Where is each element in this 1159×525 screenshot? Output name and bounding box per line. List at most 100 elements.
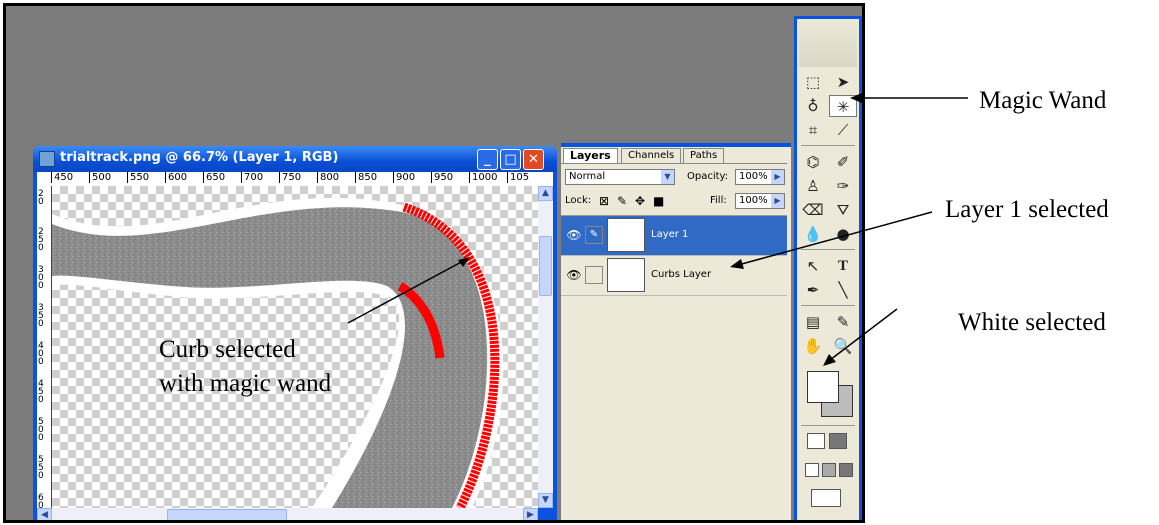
tab-paths[interactable]: Paths	[683, 148, 725, 163]
lock-transparency-icon[interactable]: ⊠	[599, 193, 609, 209]
jump-to-imageready-icon[interactable]	[811, 489, 841, 507]
dodge-icon[interactable]: ●	[829, 223, 857, 245]
screen-mode-standard-icon[interactable]	[805, 463, 819, 477]
tab-layers[interactable]: Layers	[563, 148, 618, 163]
type-icon[interactable]: T	[829, 255, 857, 277]
ruler-tick-label: 850	[355, 172, 377, 183]
ruler-tick-label: 3 5 0	[38, 303, 44, 329]
lock-all-icon[interactable]: ■	[653, 193, 664, 209]
tool-divider	[801, 305, 855, 306]
brush-link-icon: ✎	[585, 226, 603, 244]
lock-pixels-icon[interactable]: ✎	[617, 193, 627, 209]
line-icon[interactable]: ╲	[829, 279, 857, 301]
opacity-value: 100%	[739, 171, 768, 182]
layer-row-layer-1[interactable]: 👁 ✎ Layer 1	[561, 216, 787, 256]
marquee-icon[interactable]: ⬚	[799, 71, 827, 93]
history-brush-icon[interactable]: ✑	[829, 175, 857, 197]
ruler-tick-label: 450	[51, 172, 73, 183]
ruler-tick-label: 600	[165, 172, 187, 183]
ruler-tick-label: 550	[127, 172, 149, 183]
pen-icon[interactable]: ✒	[799, 279, 827, 301]
layer-name: Layer 1	[651, 229, 689, 240]
opacity-field[interactable]: 100% ▶	[735, 169, 785, 185]
chevron-right-icon: ▶	[771, 194, 784, 208]
zoom-icon[interactable]: 🔍	[829, 335, 857, 357]
horizontal-scrollbar[interactable]: ◀ ▶	[37, 508, 538, 520]
lasso-icon[interactable]: ♁	[799, 95, 827, 117]
move-icon[interactable]: ➤	[829, 71, 857, 93]
ruler-tick-label: 1000	[469, 172, 497, 183]
document-title: trialtrack.png @ 66.7% (Layer 1, RGB)	[60, 150, 339, 165]
ruler-tick-label: 950	[431, 172, 453, 183]
tool-divider	[801, 145, 855, 146]
path-select-icon[interactable]: ↖	[799, 255, 827, 277]
photoshop-screenshot: trialtrack.png @ 66.7% (Layer 1, RGB) _ …	[3, 3, 865, 523]
fill-field[interactable]: 100% ▶	[735, 193, 785, 209]
layers-palette: Layers Channels Paths Normal ▼ Opacity: …	[561, 143, 791, 520]
eye-icon[interactable]: 👁	[565, 268, 583, 282]
ruler-tick-label: 4 5 0	[38, 379, 44, 405]
brush-icon[interactable]: ✐	[829, 151, 857, 173]
stamp-icon[interactable]: ♙	[799, 175, 827, 197]
lock-position-icon[interactable]: ✥	[635, 193, 645, 209]
layer-row-curbs[interactable]: 👁 Curbs Layer	[561, 256, 787, 296]
ruler-tick-label: 500	[89, 172, 111, 183]
blend-mode-value: Normal	[569, 171, 606, 182]
annotation-line-1: Curb selected	[159, 336, 296, 363]
bucket-icon[interactable]: ⛛	[829, 199, 857, 221]
tab-channels[interactable]: Channels	[621, 148, 682, 163]
blur-icon[interactable]: 💧	[799, 223, 827, 245]
ruler-tick-label: 800	[317, 172, 339, 183]
layer-list: 👁 ✎ Layer 1 👁 Curbs Layer	[561, 215, 787, 520]
foreground-color-swatch[interactable]	[807, 371, 839, 403]
ruler-tick-label: 650	[203, 172, 225, 183]
lock-row: Lock: ⊠ ✎ ✥ ■ Fill: 100% ▶	[565, 193, 785, 211]
annotation-line-2: with magic wand	[159, 370, 332, 397]
slice-icon[interactable]: ⟋	[829, 119, 857, 141]
standard-mode-icon[interactable]	[807, 433, 825, 449]
screen-mode-full-menu-icon[interactable]	[822, 463, 836, 477]
palette-tabs: Layers Channels Paths	[561, 147, 787, 164]
magic-wand-icon[interactable]: ✳	[829, 95, 857, 117]
vertical-scroll-thumb[interactable]	[539, 236, 552, 296]
lock-label: Lock:	[565, 195, 592, 206]
maximize-button[interactable]: □	[500, 149, 521, 170]
vertical-scrollbar[interactable]: ▲ ▼	[538, 186, 553, 508]
crop-icon[interactable]: ⌗	[799, 119, 827, 141]
blend-mode-select[interactable]: Normal ▼	[565, 169, 675, 185]
blend-row: Normal ▼ Opacity: 100% ▶	[565, 169, 785, 187]
opacity-label: Opacity:	[687, 171, 729, 182]
scroll-right-button[interactable]: ▶	[523, 508, 538, 520]
ruler-tick-label: 900	[393, 172, 415, 183]
curb-selection-annotation: Curb selected with magic wand	[159, 333, 331, 401]
link-icon	[585, 266, 603, 284]
fill-label: Fill:	[710, 195, 727, 206]
layer-selected-callout: Layer 1 selected	[945, 196, 1109, 223]
eyedropper-icon[interactable]: ✎	[829, 311, 857, 333]
vertical-ruler: 2 0 2 5 0 3 0 0 3 5 0 4 0 0 4 5 0 5 0 0 5 5 0 6 …	[37, 186, 52, 508]
healing-icon[interactable]: ⌬	[799, 151, 827, 173]
horizontal-scroll-thumb[interactable]	[167, 509, 287, 520]
chevron-down-icon: ▼	[661, 170, 674, 184]
layer-thumbnail	[607, 218, 645, 252]
minimize-button[interactable]: _	[477, 149, 498, 170]
eye-icon[interactable]: 👁	[565, 228, 583, 242]
document-titlebar[interactable]: trialtrack.png @ 66.7% (Layer 1, RGB) _ …	[33, 146, 557, 172]
close-button[interactable]: ✕	[523, 149, 544, 170]
layer-thumbnail	[607, 258, 645, 292]
tool-divider	[801, 425, 855, 426]
scroll-left-button[interactable]: ◀	[37, 508, 52, 520]
ruler-tick-label: 5 5 0	[38, 455, 44, 481]
hand-icon[interactable]: ✋	[799, 335, 827, 357]
screen-mode-full-icon[interactable]	[839, 463, 853, 477]
scroll-down-button[interactable]: ▼	[538, 493, 553, 508]
ruler-tick-label: 5 0 0	[38, 417, 44, 443]
magic-wand-callout: Magic Wand	[979, 87, 1107, 114]
ruler-tick-label: 3 0 0	[38, 265, 44, 291]
eraser-icon[interactable]: ⌫	[799, 199, 827, 221]
quickmask-mode-icon[interactable]	[829, 433, 847, 449]
white-selected-callout: White selected	[958, 309, 1106, 336]
toolbox: ⬚ ➤ ♁ ✳ ⌗ ⟋ ⌬ ✐ ♙ ✑ ⌫ ⛛ 💧 ● ↖ T ✒ ╲ ▤ ✎ …	[794, 16, 862, 520]
scroll-up-button[interactable]: ▲	[538, 186, 553, 201]
notes-icon[interactable]: ▤	[799, 311, 827, 333]
